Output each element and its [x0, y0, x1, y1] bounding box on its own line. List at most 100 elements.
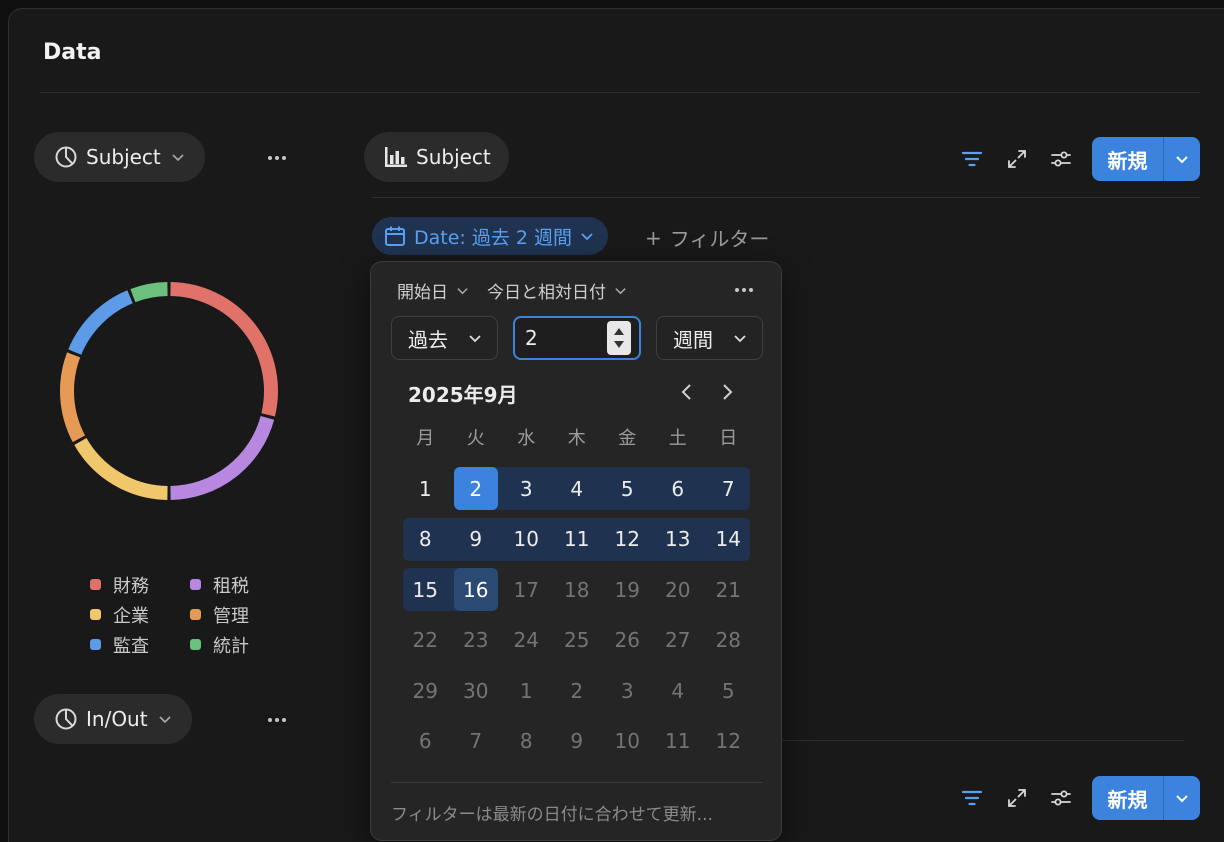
donut-slice-3[interactable] [74, 437, 168, 500]
header-divider [40, 92, 1200, 93]
legend-item: 租税 [190, 573, 290, 597]
calendar-day[interactable]: 19 [605, 568, 649, 611]
calendar-day[interactable]: 28 [706, 619, 750, 662]
donut-chart [60, 282, 278, 500]
chevron-left-icon[interactable] [679, 382, 695, 402]
calendar-day[interactable]: 7 [706, 467, 750, 510]
legend-item: 財務 [90, 573, 190, 597]
donut-slice-5[interactable] [68, 290, 133, 355]
add-filter-label: フィルター [669, 227, 770, 251]
amount-value: 2 [525, 326, 538, 350]
calendar-day[interactable]: 22 [403, 619, 447, 662]
popover-more-icon[interactable] [729, 280, 759, 300]
filter-icon[interactable] [959, 146, 985, 172]
calendar-day[interactable]: 8 [403, 518, 447, 561]
legend-label: 管理 [213, 605, 249, 627]
add-filter-button[interactable]: + フィルター [645, 223, 769, 252]
chevron-down-icon [615, 288, 626, 295]
calendar-day[interactable]: 3 [504, 467, 548, 510]
more-options-icon[interactable] [262, 148, 292, 168]
number-stepper[interactable] [607, 321, 631, 355]
calendar-day[interactable]: 17 [504, 568, 548, 611]
calendar-day[interactable]: 5 [605, 467, 649, 510]
calendar-day[interactable]: 6 [403, 720, 447, 763]
legend-item: 統計 [190, 633, 290, 657]
calendar-day[interactable]: 18 [555, 568, 599, 611]
calendar-week-row: 22 23 24 25 26 27 28 [400, 616, 754, 667]
calendar-day[interactable]: 30 [454, 669, 498, 712]
calendar-day[interactable]: 13 [656, 518, 700, 561]
calendar-day[interactable]: 2 [555, 669, 599, 712]
calendar-day[interactable]: 1 [403, 467, 447, 510]
date-filter-chip[interactable]: Date: 過去 2 週間 [372, 217, 609, 255]
chevron-down-icon [1176, 156, 1188, 164]
new-dropdown-button[interactable] [1164, 776, 1200, 820]
calendar-day[interactable]: 15 [403, 568, 447, 611]
calendar-day[interactable]: 2 [453, 467, 498, 510]
calendar-icon [385, 226, 405, 246]
calendar-day[interactable]: 8 [504, 720, 548, 763]
expand-icon[interactable] [1004, 146, 1030, 172]
calendar-day[interactable]: 4 [656, 669, 700, 712]
calendar-day[interactable]: 11 [555, 518, 599, 561]
bar-chart-icon [385, 147, 407, 167]
weekday-label: 月 [416, 428, 435, 449]
pie-chart-icon [55, 708, 77, 730]
plus-icon: + [645, 225, 662, 250]
calendar-day[interactable]: 16 [453, 568, 498, 611]
donut-slice-1[interactable] [170, 282, 278, 417]
unit-value: 週間 [673, 327, 713, 352]
calendar-day[interactable]: 1 [504, 669, 548, 712]
calendar-day[interactable]: 27 [656, 619, 700, 662]
calendar-day[interactable]: 14 [706, 518, 750, 561]
pie-chart-icon [55, 146, 77, 168]
calendar-day[interactable]: 9 [454, 518, 498, 561]
calendar-day[interactable]: 10 [504, 518, 548, 561]
settings-sliders-icon[interactable] [1048, 146, 1074, 172]
new-button[interactable]: 新規 [1092, 137, 1163, 181]
calendar-day[interactable]: 20 [656, 568, 700, 611]
calendar-week-row: 29 30 1 2 3 4 5 [400, 666, 754, 717]
settings-sliders-icon[interactable] [1048, 785, 1074, 811]
donut-slice-4[interactable] [60, 352, 86, 443]
calendar-day[interactable]: 7 [454, 720, 498, 763]
legend-swatch [90, 639, 101, 650]
calendar-day[interactable]: 23 [454, 619, 498, 662]
view-tab-subject[interactable]: Subject [364, 132, 509, 182]
legend-swatch [190, 579, 201, 590]
calendar-day[interactable]: 29 [403, 669, 447, 712]
legend-label: 租税 [213, 575, 249, 597]
calendar-day[interactable]: 12 [706, 720, 750, 763]
calendar-day[interactable]: 5 [706, 669, 750, 712]
donut-slice-2[interactable] [170, 415, 275, 500]
new-dropdown-button[interactable] [1164, 137, 1200, 181]
chart-selector-label: In/Out [86, 707, 148, 731]
expand-icon[interactable] [1004, 785, 1030, 811]
direction-select[interactable]: 過去 [391, 316, 498, 360]
calendar-day[interactable]: 21 [706, 568, 750, 611]
chart-type-selector-subject[interactable]: Subject [34, 132, 205, 182]
section-divider [780, 740, 1184, 741]
calendar-day[interactable]: 9 [555, 720, 599, 763]
calendar-day[interactable]: 3 [605, 669, 649, 712]
date-mode-dropdown[interactable]: 今日と相対日付 [487, 278, 627, 303]
calendar-day[interactable]: 24 [504, 619, 548, 662]
amount-number-input[interactable]: 2 [513, 316, 641, 360]
donut-slice-6[interactable] [130, 282, 168, 303]
calendar-day[interactable]: 12 [605, 518, 649, 561]
more-options-icon[interactable] [262, 710, 292, 730]
filter-icon[interactable] [959, 785, 985, 811]
calendar-day[interactable]: 4 [555, 467, 599, 510]
calendar-day[interactable]: 26 [605, 619, 649, 662]
chart-type-selector-inout[interactable]: In/Out [34, 694, 192, 744]
chevron-right-icon[interactable] [719, 382, 735, 402]
new-button[interactable]: 新規 [1092, 776, 1163, 820]
calendar-day[interactable]: 10 [605, 720, 649, 763]
calendar-day[interactable]: 11 [656, 720, 700, 763]
unit-select[interactable]: 週間 [656, 316, 763, 360]
calendar-week-row: 15 16 17 18 19 20 21 [400, 565, 754, 616]
calendar-day[interactable]: 25 [555, 619, 599, 662]
calendar-day[interactable]: 6 [656, 467, 700, 510]
date-field-dropdown[interactable]: 開始日 [397, 278, 469, 303]
popover-divider [391, 782, 763, 783]
